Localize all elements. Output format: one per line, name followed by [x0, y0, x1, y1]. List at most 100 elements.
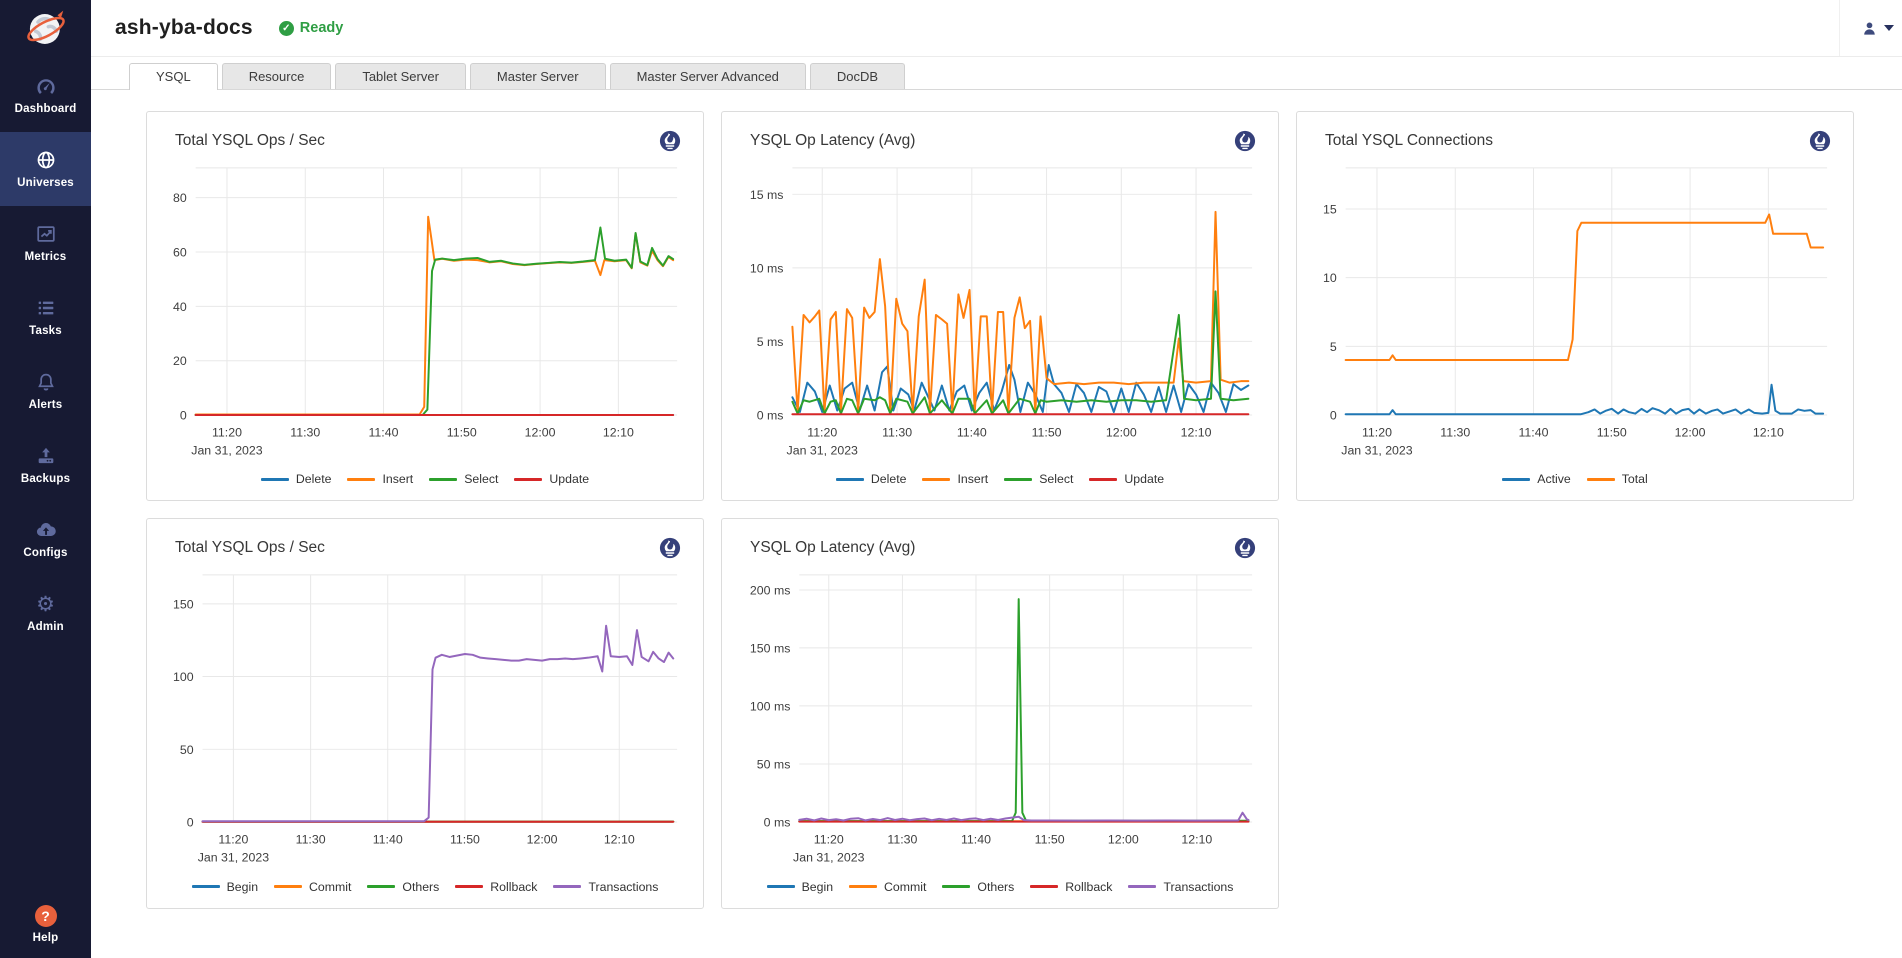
- sidebar-item-help[interactable]: ? Help: [0, 905, 91, 944]
- main-area: ash-yba-docs ✓ Ready YSQLResourceTablet …: [91, 0, 1902, 958]
- backup-icon: [35, 445, 57, 468]
- tab-docdb[interactable]: DocDB: [810, 63, 905, 89]
- chart-plot[interactable]: 11:20Jan 31, 202311:3011:4011:5012:0012:…: [163, 559, 687, 877]
- svg-text:11:40: 11:40: [373, 833, 403, 847]
- chart-plot[interactable]: 11:20Jan 31, 202311:3011:4011:5012:0012:…: [163, 152, 687, 470]
- svg-text:12:10: 12:10: [603, 426, 634, 440]
- user-menu[interactable]: [1839, 0, 1902, 56]
- legend-item-insert[interactable]: Insert: [922, 472, 988, 486]
- tab-master-server[interactable]: Master Server: [470, 63, 606, 89]
- legend-line-swatch: [849, 885, 877, 888]
- legend-item-insert[interactable]: Insert: [347, 472, 413, 486]
- legend-item-begin[interactable]: Begin: [192, 880, 258, 894]
- svg-text:10: 10: [1323, 271, 1337, 285]
- tab-ysql[interactable]: YSQL: [129, 63, 218, 90]
- chart-plot[interactable]: 11:20Jan 31, 202311:3011:4011:5012:0012:…: [1313, 152, 1837, 470]
- sidebar-nav: Dashboard Universes Metrics Tasks Alerts Back…: [0, 58, 91, 650]
- svg-text:11:20: 11:20: [212, 426, 242, 440]
- legend-item-commit[interactable]: Commit: [274, 880, 351, 894]
- legend-item-commit[interactable]: Commit: [849, 880, 926, 894]
- header: ash-yba-docs ✓ Ready: [91, 0, 1902, 57]
- svg-text:11:40: 11:40: [957, 426, 987, 440]
- svg-text:11:50: 11:50: [1032, 426, 1062, 440]
- svg-text:11:20: 11:20: [807, 426, 837, 440]
- legend-item-transactions[interactable]: Transactions: [553, 880, 658, 894]
- sidebar-item-label: Alerts: [29, 399, 63, 411]
- legend-item-active[interactable]: Active: [1502, 472, 1571, 486]
- svg-text:11:50: 11:50: [450, 833, 480, 847]
- svg-text:100 ms: 100 ms: [750, 700, 790, 714]
- legend-item-delete[interactable]: Delete: [836, 472, 907, 486]
- legend-item-update[interactable]: Update: [514, 472, 589, 486]
- svg-text:100: 100: [173, 670, 194, 684]
- legend-item-begin[interactable]: Begin: [767, 880, 833, 894]
- tab-master-server-advanced[interactable]: Master Server Advanced: [610, 63, 806, 89]
- sidebar-item-alerts[interactable]: Alerts: [0, 354, 91, 428]
- chart-plot[interactable]: 11:20Jan 31, 202311:3011:4011:5012:0012:…: [738, 152, 1262, 470]
- legend-line-swatch: [455, 885, 483, 888]
- legend-item-rollback[interactable]: Rollback: [455, 880, 537, 894]
- sidebar-item-label: Metrics: [25, 251, 67, 263]
- sidebar-item-metrics[interactable]: Metrics: [0, 206, 91, 280]
- check-icon: ✓: [279, 21, 294, 36]
- chart-title: YSQL Op Latency (Avg): [750, 132, 915, 150]
- legend-item-total[interactable]: Total: [1587, 472, 1648, 486]
- legend-label: Delete: [871, 472, 907, 486]
- legend-line-swatch: [836, 478, 864, 481]
- chart-card-header: Total YSQL Ops / Sec: [163, 124, 687, 152]
- svg-text:12:00: 12:00: [525, 426, 556, 440]
- prometheus-icon[interactable]: [1234, 537, 1256, 559]
- prometheus-icon[interactable]: [1809, 130, 1831, 152]
- metrics-icon: [35, 223, 57, 246]
- chart-card-header: Total YSQL Ops / Sec: [163, 531, 687, 559]
- sidebar-item-tasks[interactable]: Tasks: [0, 280, 91, 354]
- sidebar-item-admin[interactable]: ⚙Admin: [0, 576, 91, 650]
- legend-line-swatch: [1587, 478, 1615, 481]
- svg-text:15: 15: [1323, 202, 1337, 216]
- legend-label: Select: [464, 472, 498, 486]
- legend-item-select[interactable]: Select: [1004, 472, 1073, 486]
- page-title: ash-yba-docs: [115, 16, 253, 40]
- svg-text:12:00: 12:00: [1106, 426, 1137, 440]
- status-label: Ready: [300, 20, 344, 36]
- chart-card: YSQL Op Latency (Avg)11:20Jan 31, 202311…: [721, 518, 1279, 908]
- legend-line-swatch: [429, 478, 457, 481]
- svg-text:11:30: 11:30: [887, 833, 917, 847]
- legend-item-others[interactable]: Others: [367, 880, 439, 894]
- legend-label: Rollback: [490, 880, 537, 894]
- legend-item-rollback[interactable]: Rollback: [1030, 880, 1112, 894]
- chevron-down-icon: [1884, 25, 1894, 31]
- chart-plot[interactable]: 11:20Jan 31, 202311:3011:4011:5012:0012:…: [738, 559, 1262, 877]
- legend-label: Total: [1622, 472, 1648, 486]
- svg-text:11:40: 11:40: [961, 833, 991, 847]
- svg-text:12:00: 12:00: [1108, 833, 1139, 847]
- legend-item-others[interactable]: Others: [942, 880, 1014, 894]
- sidebar-item-universes[interactable]: Universes: [0, 132, 91, 206]
- sidebar-item-configs[interactable]: Configs: [0, 502, 91, 576]
- tab-tablet-server[interactable]: Tablet Server: [335, 63, 466, 89]
- prometheus-icon[interactable]: [659, 537, 681, 559]
- legend-line-swatch: [1128, 885, 1156, 888]
- legend-label: Insert: [382, 472, 413, 486]
- svg-text:11:20: 11:20: [218, 833, 248, 847]
- prometheus-icon[interactable]: [659, 130, 681, 152]
- sidebar-item-backups[interactable]: Backups: [0, 428, 91, 502]
- prometheus-icon[interactable]: [1234, 130, 1256, 152]
- legend-item-select[interactable]: Select: [429, 472, 498, 486]
- svg-text:12:00: 12:00: [1675, 426, 1706, 440]
- sidebar-item-label: Dashboard: [15, 103, 77, 115]
- yugabyte-logo[interactable]: [0, 0, 91, 58]
- legend-item-transactions[interactable]: Transactions: [1128, 880, 1233, 894]
- svg-text:11:50: 11:50: [1597, 426, 1627, 440]
- legend-label: Others: [402, 880, 439, 894]
- tab-resource[interactable]: Resource: [222, 63, 332, 89]
- svg-text:Jan 31, 2023: Jan 31, 2023: [198, 851, 270, 865]
- svg-text:0: 0: [1330, 408, 1337, 422]
- svg-text:0 ms: 0 ms: [764, 816, 791, 830]
- sidebar-item-dashboard[interactable]: Dashboard: [0, 58, 91, 132]
- legend-label: Insert: [957, 472, 988, 486]
- svg-text:Jan 31, 2023: Jan 31, 2023: [191, 444, 263, 458]
- status-badge: ✓ Ready: [279, 20, 344, 36]
- legend-item-delete[interactable]: Delete: [261, 472, 332, 486]
- legend-item-update[interactable]: Update: [1089, 472, 1164, 486]
